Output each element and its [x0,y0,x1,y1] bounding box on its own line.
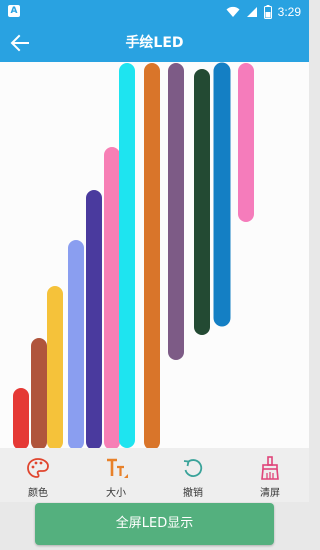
notification-icon: A [8,5,20,17]
undo-icon [183,459,203,477]
text-size-icon [107,458,128,478]
signal-icon [246,7,257,17]
status-icons: 3:29 [226,3,301,21]
clear-tool-label: 清屏 [260,488,280,499]
undo-tool-label: 撤销 [183,488,203,499]
color-tool-label: 颜色 [28,488,48,499]
drawing-canvas[interactable] [0,62,309,448]
status-bar: A 3:29 [0,0,309,24]
undo-tool[interactable]: 撤销 [163,448,223,502]
battery-icon [263,5,272,19]
palette-icon [27,458,49,478]
size-tool[interactable]: 大小 [86,448,146,502]
wifi-icon [226,6,240,17]
clock: 3:29 [277,5,301,19]
fullscreen-led-button[interactable]: 全屏LED显示 [35,503,274,545]
app-bar: 手绘LED [0,24,309,62]
toolbar: 颜色 大小 撤销 清屏 [0,448,309,502]
clear-tool[interactable]: 清屏 [240,448,300,502]
size-tool-label: 大小 [106,488,126,499]
color-tool[interactable]: 颜色 [8,448,68,502]
page-title: 手绘LED [125,35,184,51]
broom-icon [261,456,279,480]
strokes-layer [13,62,254,448]
